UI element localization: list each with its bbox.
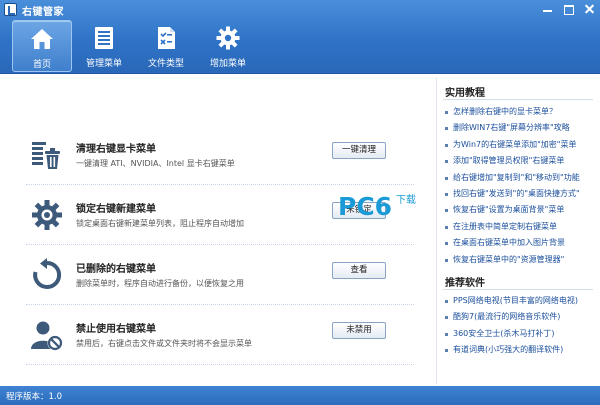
tutorials-heading: 实用教程 [445, 88, 485, 99]
toolbar-manage-menu[interactable]: 管理菜单 [74, 20, 134, 72]
tutorials-divider [443, 99, 593, 100]
pc6-watermark-logo: PC6 下载 [338, 192, 416, 220]
feature-row-clean-gpu-menu: 清理右键显卡菜单 一键清理 ATI、NVIDIA、Intel 显卡右键菜单 一键… [26, 126, 414, 184]
software-divider [443, 289, 593, 290]
tutorial-link[interactable]: 给右键增加"复制到"和"移动到"功能 [445, 170, 580, 186]
window-title: 右键管家 [22, 7, 64, 18]
toolbar-home-label: 首页 [32, 60, 51, 70]
gear-icon [216, 26, 240, 50]
main-toolbar: 首页 管理菜单 文件类型 增加菜单 [12, 20, 258, 72]
toolbar-home[interactable]: 首页 [12, 20, 72, 72]
restore-icon [33, 258, 62, 289]
toolbar-manage-menu-label: 管理菜单 [85, 59, 122, 69]
software-list: PPS网络电视(节目丰富的网络电视) 酷狗7(最流行的网络音乐软件) 360安全… [445, 293, 578, 359]
trash-icon [32, 142, 60, 169]
toolbar-file-type-label: 文件类型 [147, 59, 184, 69]
tutorial-link[interactable]: 在桌面右键菜单中加入图片背景 [445, 235, 580, 251]
feature-row-disable-menu: 禁止使用右键菜单 禁用后，右键点击文件或文件夹时将不会显示菜单 未禁用 [26, 306, 414, 364]
feature-title: 清理右键显卡菜单 [76, 144, 156, 155]
tutorial-link[interactable]: 添加"取得管理员权限"右键菜单 [445, 153, 580, 169]
title-bar: 右键管家 [0, 0, 600, 20]
header-bar: 右键管家 首页 管理菜单 文件类型 增加菜单 [0, 0, 600, 74]
feature-description: 一键清理 ATI、NVIDIA、Intel 显卡右键菜单 [76, 159, 235, 168]
app-icon [4, 3, 17, 16]
feature-description: 禁用后，右键点击文件或文件夹时将不会显示菜单 [76, 339, 252, 348]
tutorial-link[interactable]: 删除WIN7右键"屏幕分辨率"攻略 [445, 120, 580, 136]
tutorial-link[interactable]: 恢复右键菜单中的"资源管理器" [445, 252, 580, 268]
feature-panel: 清理右键显卡菜单 一键清理 ATI、NVIDIA、Intel 显卡右键菜单 一键… [4, 78, 434, 384]
feature-title: 锁定右键新建菜单 [76, 204, 156, 215]
user-forbid-icon [31, 321, 63, 351]
row-divider [26, 244, 414, 245]
feature-row-deleted-menus: 已删除的右键菜单 删除菜单时，程序自动进行备份，以便恢复之用 查看 [26, 246, 414, 304]
status-bar: 程序版本：1.0 [0, 386, 600, 405]
tutorial-link[interactable]: 恢复右键"设置为桌面背景"菜单 [445, 202, 580, 218]
maximize-button[interactable] [562, 3, 575, 15]
toolbar-add-menu-label: 增加菜单 [209, 59, 246, 69]
tutorial-link[interactable]: 为Win7的右键菜单添加"加密"菜单 [445, 137, 580, 153]
watermark-brand: PC6 [338, 192, 392, 220]
watermark-tag: 下载 [396, 194, 416, 206]
tutorial-link[interactable]: 找回右键"发送到"的"桌面快捷方式" [445, 186, 580, 202]
row-divider [26, 304, 414, 305]
file-type-icon [158, 27, 175, 49]
software-link[interactable]: 酷狗7(最流行的网络音乐软件) [445, 309, 578, 325]
minimize-button[interactable] [541, 3, 554, 15]
software-link[interactable]: 360安全卫士(杀木马打补丁) [445, 326, 578, 342]
clean-gpu-menu-button[interactable]: 一键清理 [332, 142, 386, 159]
row-divider [26, 364, 414, 365]
feature-description: 锁定桌面右键新建菜单列表，阻止程序自动增加 [76, 219, 244, 228]
software-link[interactable]: PPS网络电视(节目丰富的网络电视) [445, 293, 578, 309]
tutorials-list: 怎样删除右键中的显卡菜单？ 删除WIN7右键"屏幕分辨率"攻略 为Win7的右键… [445, 104, 580, 268]
home-icon [31, 29, 53, 49]
toolbar-file-type[interactable]: 文件类型 [136, 20, 196, 72]
gear-icon [32, 200, 62, 230]
row-divider [26, 184, 414, 185]
list-icon [95, 27, 113, 49]
tutorial-link[interactable]: 在注册表中简单定制右键菜单 [445, 219, 580, 235]
close-button[interactable] [583, 3, 596, 15]
feature-description: 删除菜单时，程序自动进行备份，以便恢复之用 [76, 279, 244, 288]
feature-title: 已删除的右键菜单 [76, 264, 156, 275]
disable-menu-button[interactable]: 未禁用 [332, 322, 386, 339]
tutorial-link[interactable]: 怎样删除右键中的显卡菜单？ [445, 104, 580, 120]
software-link[interactable]: 有道词典(小巧强大的翻译软件) [445, 342, 578, 358]
side-panel: 实用教程 怎样删除右键中的显卡菜单？ 删除WIN7右键"屏幕分辨率"攻略 为Wi… [436, 78, 596, 384]
window-controls [541, 3, 596, 15]
toolbar-add-menu[interactable]: 增加菜单 [198, 20, 258, 72]
feature-title: 禁止使用右键菜单 [76, 324, 156, 335]
software-heading: 推荐软件 [445, 278, 485, 289]
version-label: 程序版本：1.0 [6, 392, 63, 402]
view-deleted-button[interactable]: 查看 [332, 262, 386, 279]
